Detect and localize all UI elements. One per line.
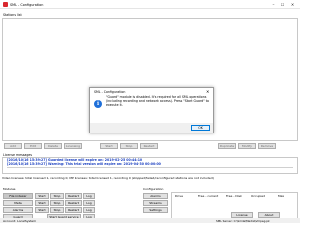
close-icon[interactable]: ✕ <box>206 89 209 94</box>
dialog-title: SML - Configuration <box>94 89 126 94</box>
dialog-message: "Guard" module is disabled. It's require… <box>106 95 209 107</box>
guard-disabled-dialog: SML - Configuration ✕ i "Guard" module i… <box>89 87 214 133</box>
ok-button[interactable]: OK <box>191 125 210 131</box>
info-icon: i <box>94 100 102 108</box>
